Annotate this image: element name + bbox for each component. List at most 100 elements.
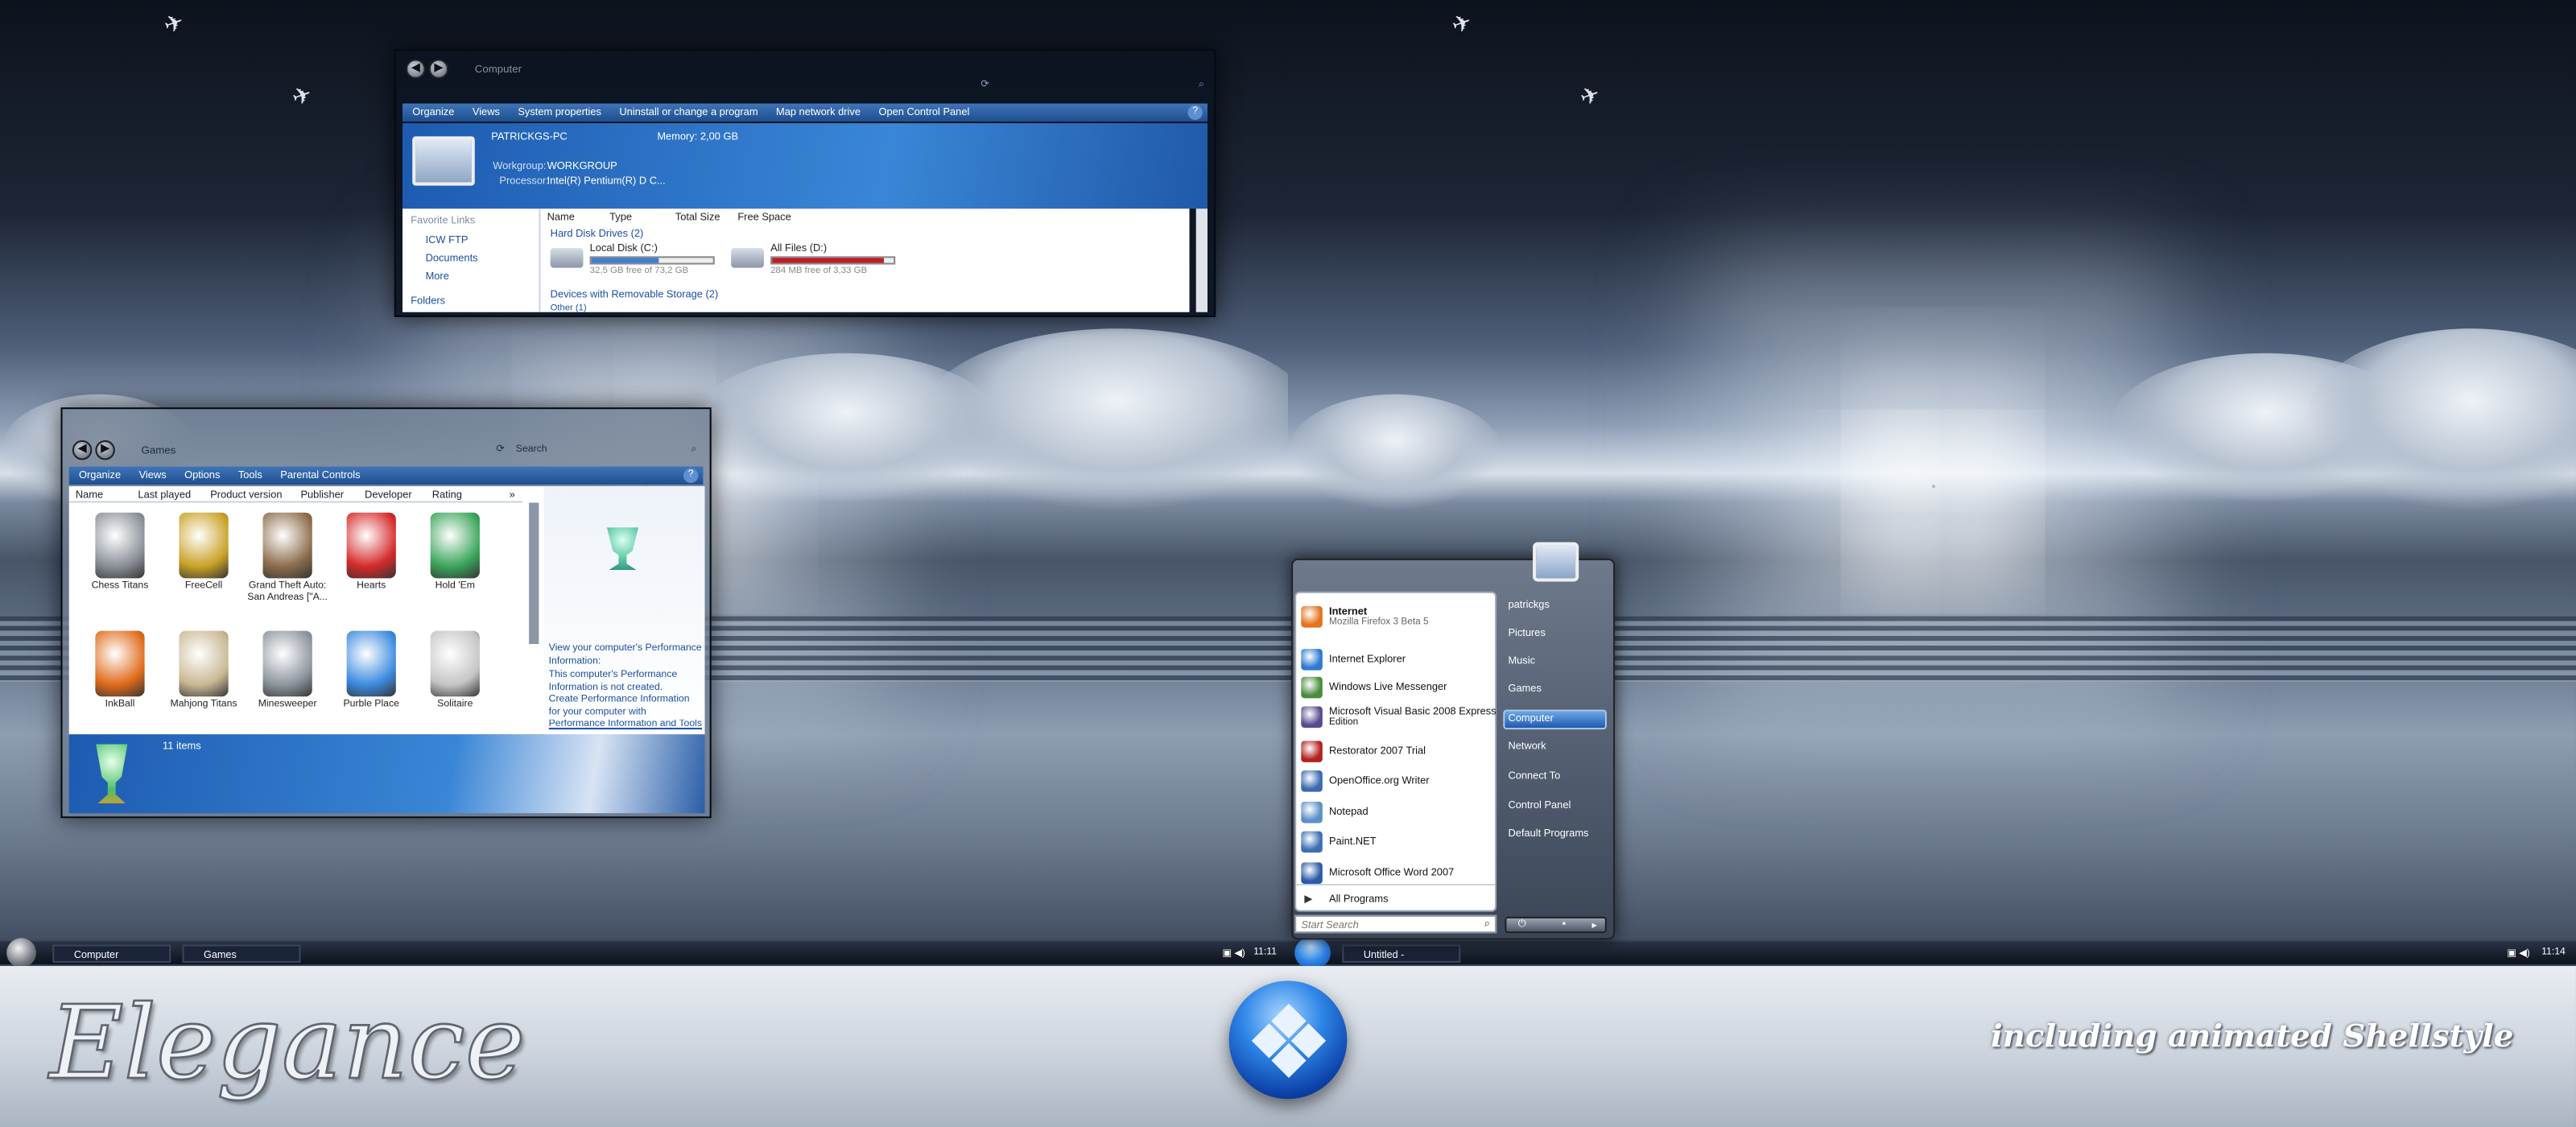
forward-button[interactable]: ▶ <box>428 59 449 79</box>
forward-button[interactable]: ▶ <box>95 440 115 460</box>
vertical-scrollbar[interactable] <box>1195 208 1208 312</box>
system-properties-button[interactable]: System properties <box>518 107 601 118</box>
start-menu-place-games[interactable]: Games <box>1508 683 1541 695</box>
organize-button[interactable]: Organize <box>79 470 121 481</box>
game-label[interactable]: Chess Titans <box>76 581 164 592</box>
column-name[interactable]: Name <box>76 489 103 501</box>
uninstall-program-button[interactable]: Uninstall or change a program <box>619 107 758 118</box>
search-icon[interactable]: ⌕ <box>1199 76 1204 95</box>
lock-icon[interactable]: ▪ <box>1563 920 1566 930</box>
link-icw-ftp[interactable]: ICW FTP <box>426 235 469 246</box>
folders-toggle[interactable]: Folders <box>411 295 445 307</box>
column-product-version[interactable]: Product version <box>210 489 282 501</box>
parental-controls-button[interactable]: Parental Controls <box>280 470 360 481</box>
game-icon[interactable] <box>430 630 480 697</box>
start-orb-button[interactable] <box>1294 936 1331 970</box>
views-button[interactable]: Views <box>139 470 167 481</box>
game-label[interactable]: FreeCell <box>159 581 248 592</box>
address-bar[interactable]: Computer <box>475 64 522 75</box>
search-icon[interactable]: ⌕ <box>691 440 696 460</box>
game-label[interactable]: Mahjong Titans <box>159 700 248 711</box>
link-more[interactable]: More <box>426 271 449 283</box>
link-documents[interactable]: Documents <box>426 253 478 264</box>
options-button[interactable]: Options <box>184 470 220 481</box>
drive-d-name[interactable]: All Files (D:) <box>770 243 827 254</box>
game-icon[interactable] <box>179 630 229 697</box>
game-label[interactable]: Minesweeper <box>243 700 332 711</box>
column-total-size[interactable]: Total Size <box>675 212 720 223</box>
game-label[interactable]: Solitaire <box>411 700 499 711</box>
start-menu-place-connect-to[interactable]: Connect To <box>1508 770 1560 782</box>
game-icon[interactable] <box>346 512 396 579</box>
column-developer[interactable]: Developer <box>365 489 412 501</box>
game-label[interactable]: Grand Theft Auto: San Andreas ["A... <box>243 581 332 605</box>
taskbar-button-computer[interactable]: Computer <box>52 944 171 963</box>
tray-icons[interactable]: ▣ ◀) <box>2507 948 2529 960</box>
game-icon[interactable] <box>262 512 312 579</box>
refresh-icon[interactable]: ⟳ <box>496 440 504 460</box>
power-icon[interactable]: ⏻ <box>1518 920 1526 931</box>
refresh-icon[interactable]: ⟳ <box>980 76 989 95</box>
column-name[interactable]: Name <box>547 212 575 223</box>
column-publisher[interactable]: Publisher <box>300 489 344 501</box>
vertical-scrollbar[interactable] <box>529 502 539 644</box>
taskbar-button-paint-net[interactable]: Untitled - Paint.NET... <box>1342 944 1461 979</box>
tray-icons[interactable]: ▣ ◀) <box>1222 948 1245 960</box>
clock[interactable]: 11:11 <box>1253 948 1277 958</box>
group-removable-storage[interactable]: Devices with Removable Storage (2) <box>551 289 719 300</box>
start-menu-place-patrickgs[interactable]: patrickgs <box>1508 600 1549 611</box>
game-label[interactable]: Hearts <box>327 581 415 592</box>
column-rating[interactable]: Rating <box>432 489 462 501</box>
game-icon[interactable] <box>95 630 145 697</box>
start-menu-item[interactable]: Microsoft Visual Basic 2008 Express Editi… <box>1296 706 1498 730</box>
start-menu-place-pictures[interactable]: Pictures <box>1508 628 1545 639</box>
column-type[interactable]: Type <box>609 212 632 223</box>
perf-tools-link[interactable]: Performance Information and Tools <box>549 720 704 732</box>
game-label[interactable]: InkBall <box>76 700 164 711</box>
game-icon[interactable] <box>95 512 145 579</box>
start-menu-item[interactable]: OpenOffice.org Writer <box>1296 770 1498 794</box>
start-menu-item[interactable]: Microsoft Office Word 2007 <box>1296 862 1498 886</box>
tools-button[interactable]: Tools <box>238 470 262 481</box>
start-menu-item[interactable]: Internet Mozilla Firefox 3 Beta 5 <box>1296 606 1498 630</box>
start-orb-button[interactable] <box>6 938 36 968</box>
drive-c-name[interactable]: Local Disk (C:) <box>590 243 658 254</box>
map-network-drive-button[interactable]: Map network drive <box>776 107 861 118</box>
taskbar-button-games[interactable]: Games <box>182 944 301 963</box>
start-menu-place-computer[interactable]: Computer <box>1508 713 1553 724</box>
search-box[interactable]: Search <box>516 440 547 460</box>
game-label[interactable]: Hold 'Em <box>411 581 499 592</box>
game-icon[interactable] <box>179 512 229 579</box>
back-button[interactable]: ◀ <box>406 59 426 79</box>
address-bar[interactable]: Games <box>142 444 176 456</box>
help-icon[interactable]: ? <box>683 468 699 483</box>
start-menu-place-default-programs[interactable]: Default Programs <box>1508 828 1588 840</box>
shutdown-options-icon[interactable]: ▸ <box>1592 920 1597 931</box>
column-last-played[interactable]: Last played <box>138 489 191 501</box>
all-programs-button[interactable]: All Programs <box>1329 894 1389 905</box>
user-picture[interactable] <box>1533 542 1579 582</box>
game-label[interactable]: Purble Place <box>327 700 415 711</box>
group-other[interactable]: Other (1) <box>551 304 587 314</box>
perf-link[interactable]: View your computer's Performance Informa… <box>549 644 704 669</box>
start-menu-item[interactable]: Windows Live Messenger <box>1296 676 1498 700</box>
group-hard-disk-drives[interactable]: Hard Disk Drives (2) <box>551 229 644 240</box>
game-icon[interactable] <box>346 630 396 697</box>
column-free-space[interactable]: Free Space <box>737 212 791 223</box>
game-icon[interactable] <box>262 630 312 697</box>
start-menu-item[interactable]: Restorator 2007 Trial <box>1296 741 1498 764</box>
start-menu-place-network[interactable]: Network <box>1508 741 1546 752</box>
open-control-panel-button[interactable]: Open Control Panel <box>878 107 969 118</box>
start-menu-place-music[interactable]: Music <box>1508 655 1535 667</box>
clock[interactable]: 11:14 <box>2541 948 2566 958</box>
organize-button[interactable]: Organize <box>412 107 454 118</box>
start-search-box[interactable]: Start Search ⌕ <box>1294 914 1497 934</box>
game-icon[interactable] <box>430 512 480 579</box>
start-menu-place-control-panel[interactable]: Control Panel <box>1508 800 1571 811</box>
start-menu-item[interactable]: Internet Explorer <box>1296 649 1498 672</box>
more-columns-icon[interactable]: » <box>510 489 515 501</box>
start-menu-item[interactable]: Notepad <box>1296 801 1498 825</box>
help-icon[interactable]: ? <box>1187 105 1203 120</box>
back-button[interactable]: ◀ <box>72 440 93 460</box>
views-button[interactable]: Views <box>473 107 500 118</box>
